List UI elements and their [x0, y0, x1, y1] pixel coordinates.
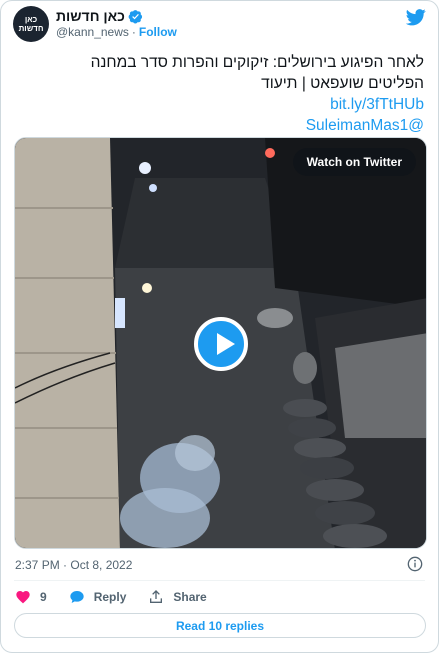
handle-row: @kann_news · Follow: [56, 25, 177, 39]
tweet-mention[interactable]: @SuleimanMas1: [24, 115, 424, 136]
share-icon: [150, 590, 163, 603]
twitter-logo-icon[interactable]: [406, 7, 426, 27]
verified-badge-icon: [128, 9, 142, 24]
action-bar: 9 Reply Share: [15, 587, 229, 607]
share-button[interactable]: Share: [148, 589, 207, 605]
tweet-text-line-1: לאחר הפיגוע בירושלים: זיקוקים והפרות סדר…: [90, 54, 424, 71]
timestamp[interactable]: 2:37 PM · Oct 8, 2022: [15, 558, 132, 572]
tweet-text: לאחר הפיגוע בירושלים: זיקוקים והפרות סדר…: [24, 52, 424, 136]
video-player[interactable]: Watch on Twitter: [14, 137, 427, 549]
tweet-card: כאן חדשות כאן חדשות @kann_news · Follow …: [0, 0, 439, 653]
like-button[interactable]: 9: [15, 589, 47, 605]
tweet-text-line-2: הפליטים שועפאט | תיעוד: [261, 75, 424, 92]
avatar-text-2: חדשות: [18, 24, 44, 33]
separator-dot: ·: [131, 25, 136, 39]
reply-button[interactable]: Reply: [69, 589, 127, 605]
play-icon[interactable]: [194, 317, 248, 371]
tweet-header: כאן חדשות כאן חדשות @kann_news · Follow: [13, 6, 428, 42]
reply-label: Reply: [93, 590, 127, 604]
reply-icon: [70, 591, 84, 603]
tweet-link[interactable]: bit.ly/3fTtHUb: [24, 94, 424, 115]
read-replies-button[interactable]: Read 10 replies: [14, 613, 426, 638]
info-icon[interactable]: [407, 556, 423, 572]
like-count: 9: [40, 590, 47, 604]
name-row: כאן חדשות: [56, 8, 143, 24]
watch-on-twitter-button[interactable]: Watch on Twitter: [292, 148, 416, 176]
follow-button[interactable]: Follow: [139, 25, 177, 39]
share-label: Share: [173, 590, 207, 604]
handle[interactable]: @kann_news: [56, 25, 129, 39]
heart-icon: [16, 591, 30, 604]
display-name[interactable]: כאן חדשות: [56, 8, 125, 24]
divider: [14, 580, 425, 581]
avatar-text-1: כאן: [24, 15, 38, 24]
avatar[interactable]: כאן חדשות: [13, 6, 49, 42]
